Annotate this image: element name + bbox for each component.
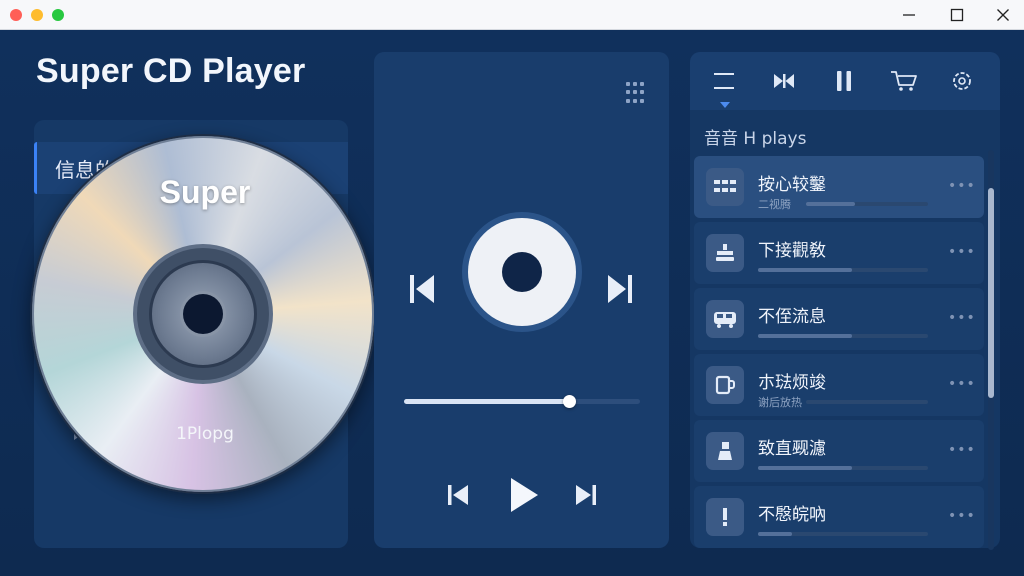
cart-tab[interactable]	[888, 66, 920, 96]
scrollbar-thumb[interactable]	[988, 188, 994, 398]
app-title: Super CD Player	[36, 52, 306, 90]
person-icon	[706, 432, 744, 470]
track-progress	[758, 466, 928, 470]
track-progress	[758, 268, 928, 272]
previous-large-button[interactable]	[408, 272, 436, 306]
track-item[interactable]: 致直觋濾 •••	[694, 420, 984, 482]
pause-tab[interactable]	[828, 66, 860, 96]
close-icon	[997, 9, 1009, 21]
next-button[interactable]	[574, 482, 598, 508]
track-subtitle: 二视腾	[758, 198, 791, 211]
skip-tab[interactable]	[768, 66, 800, 96]
tray-icon	[706, 234, 744, 272]
menu-icon	[714, 73, 734, 89]
maximize-button[interactable]	[934, 0, 980, 30]
track-item[interactable]: 不侄流息 •••	[694, 288, 984, 350]
progress-knob[interactable]	[563, 395, 577, 408]
more-options-icon[interactable]: •••	[948, 442, 976, 458]
more-options-icon[interactable]: •••	[948, 376, 976, 392]
playlist-scrollbar[interactable]	[988, 150, 994, 550]
cart-icon	[891, 71, 917, 91]
track-item[interactable]: 下接觀敎 •••	[694, 222, 984, 284]
cd-label: Super	[159, 174, 251, 210]
track-title: 按心较鑿	[758, 175, 826, 195]
track-progress	[806, 400, 928, 404]
grid-text-icon	[706, 168, 744, 206]
progress-fill	[404, 399, 570, 404]
cd-hub	[137, 248, 269, 380]
settings-icon	[953, 72, 971, 90]
cd-subtitle: 1Plopg	[176, 424, 234, 444]
bus-icon	[706, 300, 744, 338]
more-options-icon[interactable]: •••	[948, 508, 976, 524]
minimize-button[interactable]	[886, 0, 932, 30]
active-tab-indicator	[720, 102, 730, 108]
maximize-icon	[950, 8, 964, 22]
close-button[interactable]	[980, 0, 1024, 30]
pause-icon	[837, 71, 851, 91]
progress-slider[interactable]	[404, 395, 640, 408]
track-progress	[758, 334, 928, 338]
zoom-dot[interactable]	[52, 9, 64, 21]
track-item[interactable]: 按心较鑿 二视腾 •••	[694, 156, 984, 218]
track-title: 下接觀敎	[758, 241, 826, 261]
cup-icon	[706, 366, 744, 404]
disc-face	[468, 218, 576, 326]
now-playing-disc	[462, 212, 582, 332]
disc-hole	[502, 252, 542, 292]
track-progress	[758, 532, 928, 536]
next-large-button[interactable]	[606, 272, 634, 306]
cd-hub-ring	[149, 260, 257, 368]
skip-icon	[774, 74, 794, 88]
exclamation-icon	[706, 498, 744, 536]
track-title: 致直觋濾	[758, 439, 826, 459]
app-window: Super CD Player 信息的 Super 1Plopg 音音 H pl…	[0, 30, 1024, 576]
previous-button[interactable]	[446, 482, 470, 508]
track-title: 不侄流息	[758, 307, 826, 327]
minimize-dot[interactable]	[31, 9, 43, 21]
track-title: 朩琺烦竣	[758, 373, 826, 393]
track-title: 不慇皖吶	[758, 505, 826, 525]
track-item[interactable]: 不慇皖吶 •••	[694, 486, 984, 548]
cd-disc[interactable]: Super 1Plopg	[30, 134, 376, 494]
playlist-toolbar	[690, 52, 1000, 110]
track-item[interactable]: 朩琺烦竣 谢后放热 •••	[694, 354, 984, 416]
minimize-icon	[903, 14, 915, 16]
menu-tab[interactable]	[708, 66, 740, 96]
play-button[interactable]	[508, 476, 540, 514]
player-panel	[374, 52, 669, 548]
grid-menu-icon[interactable]	[626, 82, 648, 104]
track-subtitle: 谢后放热	[758, 396, 802, 409]
track-progress	[806, 202, 928, 206]
close-dot[interactable]	[10, 9, 22, 21]
more-options-icon[interactable]: •••	[948, 310, 976, 326]
more-options-icon[interactable]: •••	[948, 178, 976, 194]
cd-center-hole	[183, 294, 223, 334]
settings-tab[interactable]	[946, 66, 978, 96]
window-titlebar	[0, 0, 1024, 30]
playlist-section-label: 音音 H plays	[704, 129, 807, 149]
playlist-panel: 音音 H plays 按心较鑿 二视腾 ••• 下接觀敎 ••• 不侄流息 ••…	[690, 52, 1000, 548]
more-options-icon[interactable]: •••	[948, 244, 976, 260]
